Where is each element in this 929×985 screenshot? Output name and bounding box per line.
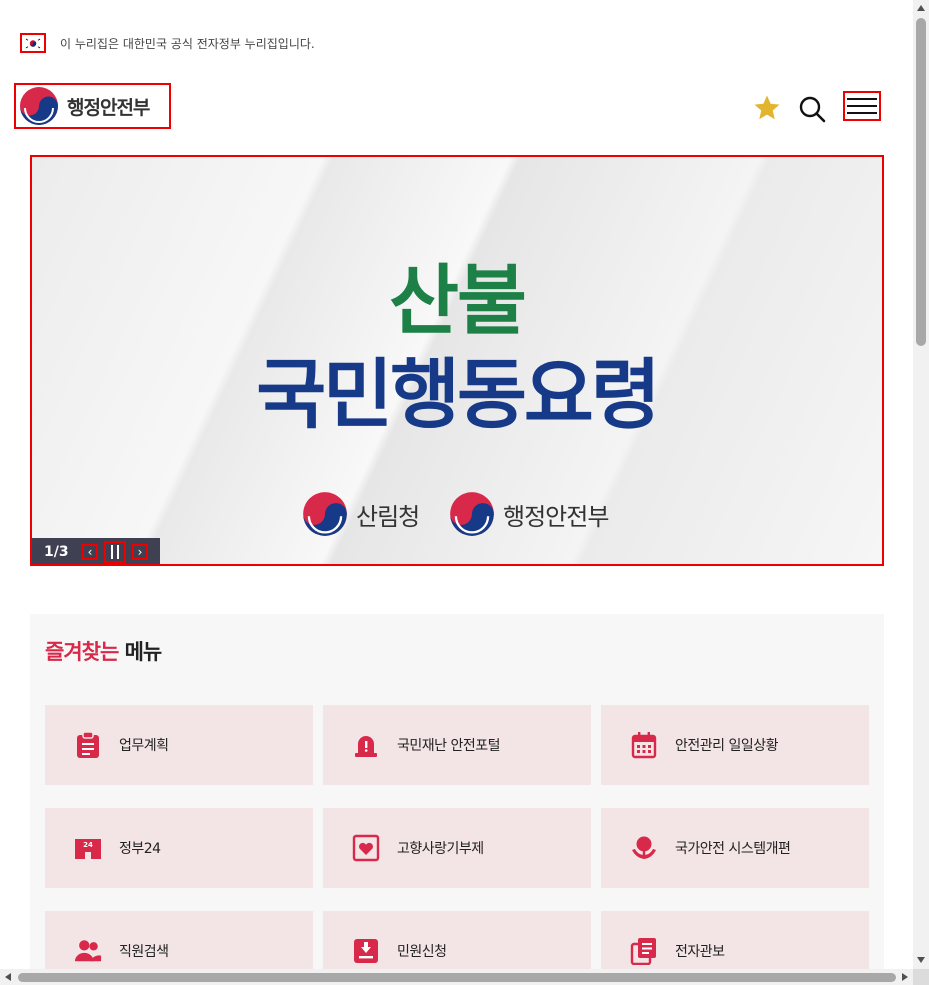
government-emblem-icon — [20, 87, 58, 125]
tile-label: 직원검색 — [119, 944, 169, 960]
tile-label: 업무계획 — [119, 738, 169, 754]
vertical-scroll-thumb[interactable] — [916, 18, 926, 346]
tile-label: 국민재난 안전포털 — [397, 738, 501, 754]
gov-banner-text: 이 누리집은 대한민국 공식 전자정부 누리집입니다. — [60, 36, 315, 51]
government-emblem-icon — [303, 492, 347, 536]
horizontal-scrollbar[interactable] — [0, 969, 913, 985]
banner-org-mois: 행정안전부 — [449, 490, 609, 538]
tile-label: 정부24 — [119, 841, 161, 857]
people-icon — [74, 937, 102, 965]
alarm-icon — [352, 731, 380, 759]
scroll-down-arrow-icon[interactable] — [917, 957, 925, 963]
search-icon[interactable] — [796, 93, 828, 125]
favorites-section: 즐겨찾는 메뉴 업무계획 국민재난 안전포털 안전관리 일일상황 24 정부24… — [30, 614, 884, 969]
tree-hands-icon — [630, 834, 658, 862]
section-title-rest: 메뉴 — [118, 640, 163, 664]
pause-icon — [111, 545, 119, 559]
prev-slide-button[interactable]: ‹ — [82, 544, 98, 560]
tile-label: 국가안전 시스템개편 — [675, 841, 791, 857]
favorite-tile-gazette[interactable]: 전자관보 — [601, 911, 869, 969]
slide-counter: 1/3 — [44, 544, 69, 560]
logo-text: 행정안전부 — [67, 96, 150, 119]
tile-label: 안전관리 일일상황 — [675, 738, 779, 754]
section-title: 즐겨찾는 메뉴 — [45, 636, 163, 666]
main-banner[interactable]: 산불 국민행동요령 산림청 행정안전부 1/3 ‹ › — [30, 155, 884, 566]
star-icon[interactable] — [752, 93, 782, 123]
banner-title-line2: 국민행동요령 — [256, 350, 661, 439]
favorite-tile-hometown-donation[interactable]: 고향사랑기부제 — [323, 808, 591, 888]
menu-icon[interactable] — [843, 91, 881, 121]
banner-org-label: 산림청 — [356, 502, 420, 531]
next-slide-button[interactable]: › — [132, 544, 148, 560]
slide-controls: 1/3 ‹ › — [32, 538, 160, 564]
korea-flag-icon[interactable] — [20, 33, 46, 53]
horizontal-scroll-thumb[interactable] — [18, 973, 896, 982]
svg-text:24: 24 — [83, 841, 93, 849]
favorite-tile-work-plan[interactable]: 업무계획 — [45, 705, 313, 785]
favorite-tile-gov24[interactable]: 24 정부24 — [45, 808, 313, 888]
scroll-right-arrow-icon[interactable] — [902, 973, 908, 981]
favorite-tile-staff-search[interactable]: 직원검색 — [45, 911, 313, 969]
inbox-download-icon — [352, 937, 380, 965]
page: 이 누리집은 대한민국 공식 전자정부 누리집입니다. 행정안전부 산불 국민행… — [0, 0, 913, 969]
gov-banner: 이 누리집은 대한민국 공식 전자정부 누리집입니다. — [20, 30, 315, 56]
tile-label: 민원신청 — [397, 944, 447, 960]
clipboard-icon — [74, 731, 102, 759]
government-emblem-icon — [450, 492, 494, 536]
tile-label: 전자관보 — [675, 944, 725, 960]
heart-card-icon — [352, 834, 380, 862]
vertical-scrollbar[interactable] — [913, 0, 929, 969]
scroll-up-arrow-icon[interactable] — [917, 5, 925, 11]
favorite-tile-safety-portal[interactable]: 국민재난 안전포털 — [323, 705, 591, 785]
tile-label: 고향사랑기부제 — [397, 841, 484, 857]
section-title-point: 즐겨찾는 — [45, 640, 119, 664]
favorite-tile-daily-status[interactable]: 안전관리 일일상황 — [601, 705, 869, 785]
favorite-tile-civil-petition[interactable]: 민원신청 — [323, 911, 591, 969]
documents-icon — [630, 937, 658, 965]
building-24-icon: 24 — [74, 834, 102, 862]
pause-button[interactable] — [104, 541, 126, 563]
banner-org-label: 행정안전부 — [503, 502, 609, 531]
calendar-icon — [630, 731, 658, 759]
banner-org-forest: 산림청 — [302, 490, 420, 538]
scrollbar-corner — [913, 969, 929, 985]
favorite-tile-safety-system[interactable]: 국가안전 시스템개편 — [601, 808, 869, 888]
site-logo[interactable]: 행정안전부 — [14, 83, 171, 129]
scroll-left-arrow-icon[interactable] — [5, 973, 11, 981]
